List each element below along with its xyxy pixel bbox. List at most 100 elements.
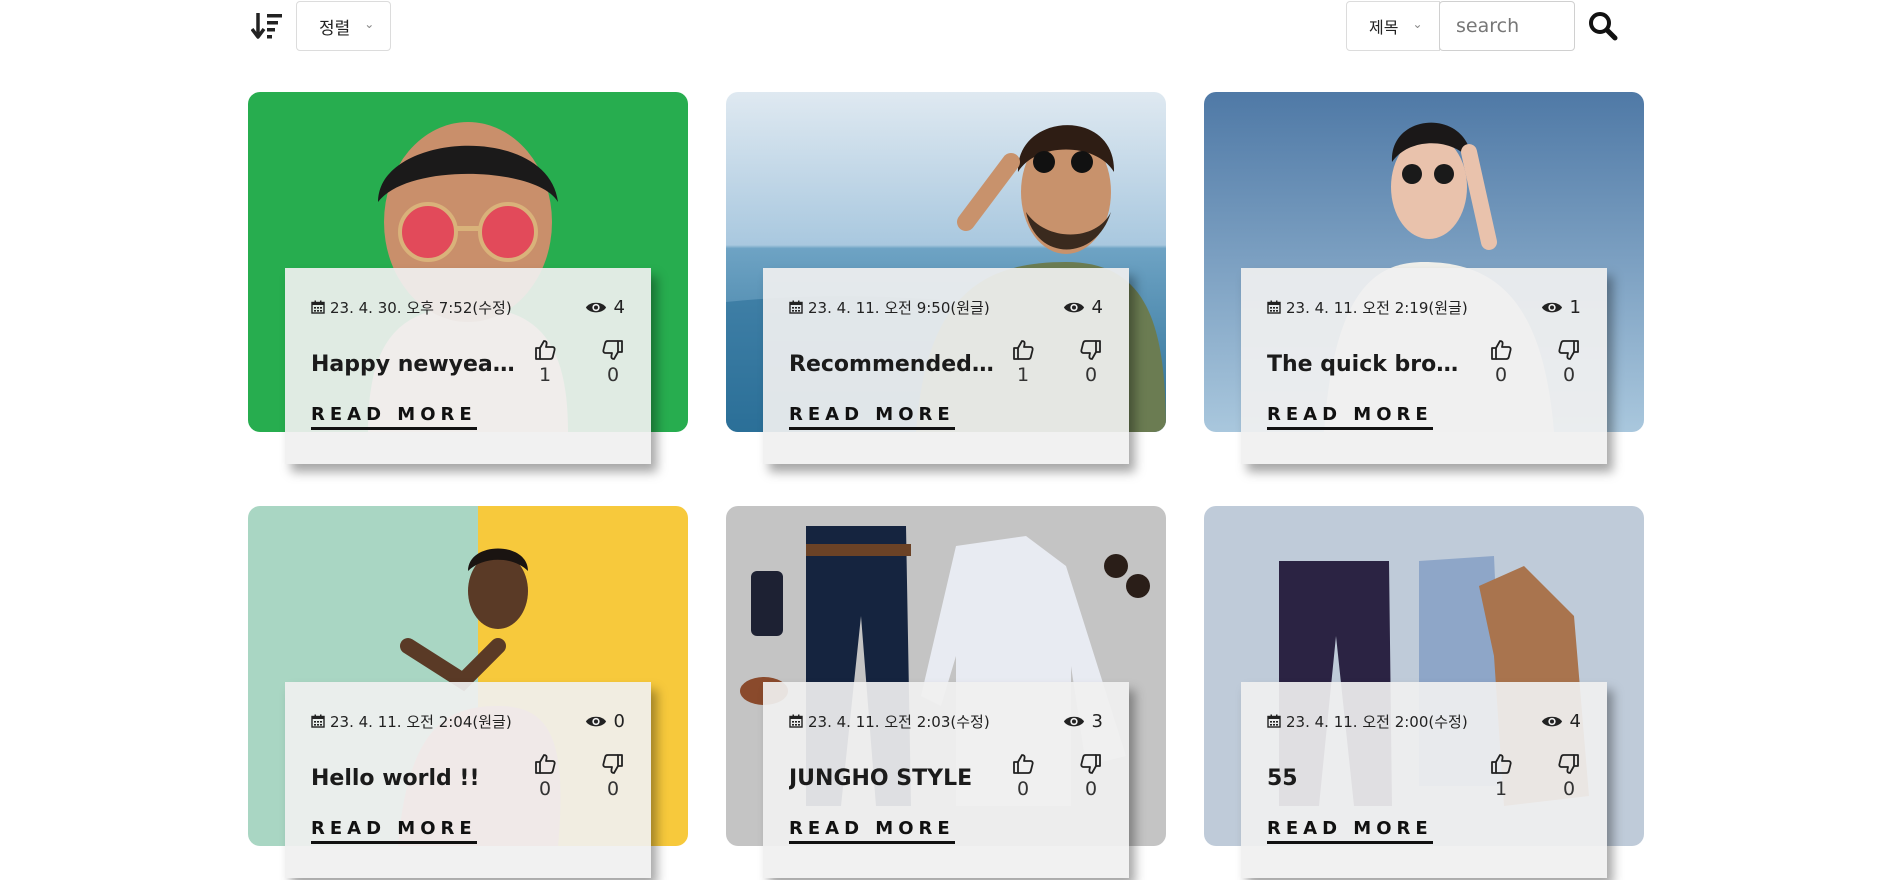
eye-icon <box>1541 300 1563 315</box>
view-count-text: 4 <box>613 296 625 318</box>
like-count: 0 <box>1494 364 1508 386</box>
post-date-text: 23. 4. 11. 오전 2:04(원글) <box>330 712 512 731</box>
view-count: 4 <box>1063 297 1103 318</box>
calendar-icon <box>1267 300 1281 314</box>
read-more-link[interactable]: READ MORE <box>311 404 477 430</box>
sort-descending-icon[interactable] <box>250 9 284 43</box>
post-card[interactable]: 23. 4. 11. 오전 2:19(원글) 1 The quick brown… <box>1204 92 1644 464</box>
eye-icon <box>585 300 607 315</box>
thumbs-down-icon <box>1557 338 1581 362</box>
search-button[interactable] <box>1575 1 1631 51</box>
post-info-panel: 23. 4. 11. 오전 9:50(원글) 4 Recommended Sty… <box>763 268 1129 464</box>
post-date: 23. 4. 30. 오후 7:52(수정) <box>311 297 512 318</box>
search-field-select[interactable]: 제목 ⌄ <box>1346 1 1440 51</box>
view-count-text: 4 <box>1091 296 1103 318</box>
like-count: 0 <box>1016 778 1030 800</box>
dislike-count: 0 <box>1084 364 1098 386</box>
sort-select[interactable]: 정렬 ⌄ <box>296 1 392 51</box>
calendar-icon <box>311 300 325 314</box>
dislike-button[interactable]: 0 <box>601 338 625 386</box>
view-count-text: 0 <box>613 710 625 732</box>
sort-select-value: 정렬 <box>319 18 351 39</box>
search-toolbar: 제목 ⌄ <box>1346 0 1631 52</box>
sort-toolbar: 정렬 ⌄ <box>250 0 392 52</box>
thumbs-down-icon <box>1079 752 1103 776</box>
post-info-panel: 23. 4. 30. 오후 7:52(수정) 4 Happy newyears … <box>285 268 651 464</box>
chevron-down-icon: ⌄ <box>364 17 375 31</box>
post-date-text: 23. 4. 11. 오전 2:19(원글) <box>1286 298 1468 317</box>
view-count-text: 1 <box>1569 296 1581 318</box>
post-date-text: 23. 4. 11. 오전 2:00(수정) <box>1286 712 1468 731</box>
thumbs-down-icon <box>601 752 625 776</box>
thumbs-up-icon <box>1489 338 1513 362</box>
search-input[interactable] <box>1439 1 1575 51</box>
post-card[interactable]: 23. 4. 30. 오후 7:52(수정) 4 Happy newyears … <box>248 92 688 464</box>
thumbs-up-icon <box>1489 752 1513 776</box>
dislike-button[interactable]: 0 <box>1557 752 1581 800</box>
dislike-count: 0 <box>1562 778 1576 800</box>
read-more-link[interactable]: READ MORE <box>1267 818 1433 844</box>
eye-icon <box>585 714 607 729</box>
like-button[interactable]: 1 <box>533 338 557 386</box>
post-title[interactable]: Happy newyears !!! <box>311 338 521 377</box>
like-button[interactable]: 1 <box>1489 752 1513 800</box>
dislike-button[interactable]: 0 <box>1557 338 1581 386</box>
eye-icon <box>1063 714 1085 729</box>
post-date-text: 23. 4. 11. 오전 9:50(원글) <box>808 298 990 317</box>
dislike-count: 0 <box>1084 778 1098 800</box>
like-button[interactable]: 0 <box>1489 338 1513 386</box>
view-count-text: 3 <box>1091 710 1103 732</box>
calendar-icon <box>311 714 325 728</box>
thumbs-up-icon <box>533 752 557 776</box>
thumbs-up-icon <box>533 338 557 362</box>
read-more-link[interactable]: READ MORE <box>789 404 955 430</box>
like-count: 1 <box>1494 778 1508 800</box>
view-count: 3 <box>1063 711 1103 732</box>
post-date: 23. 4. 11. 오전 2:03(수정) <box>789 711 990 732</box>
post-date: 23. 4. 11. 오전 2:00(수정) <box>1267 711 1468 732</box>
post-title[interactable]: Hello world !! <box>311 752 521 791</box>
like-button[interactable]: 1 <box>1011 338 1035 386</box>
dislike-button[interactable]: 0 <box>1079 752 1103 800</box>
read-more-link[interactable]: READ MORE <box>1267 404 1433 430</box>
calendar-icon <box>789 714 803 728</box>
dislike-count: 0 <box>606 364 620 386</box>
chevron-down-icon: ⌄ <box>1412 17 1423 31</box>
eye-icon <box>1541 714 1563 729</box>
post-date: 23. 4. 11. 오전 9:50(원글) <box>789 297 990 318</box>
post-info-panel: 23. 4. 11. 오전 2:00(수정) 4 55 1 0 READ MOR… <box>1241 682 1607 878</box>
like-button[interactable]: 0 <box>1011 752 1035 800</box>
post-date-text: 23. 4. 11. 오전 2:03(수정) <box>808 712 990 731</box>
post-card[interactable]: 23. 4. 11. 오전 2:04(원글) 0 Hello world !! … <box>248 506 688 878</box>
post-card[interactable]: 23. 4. 11. 오전 9:50(원글) 4 Recommended Sty… <box>726 92 1166 464</box>
search-icon <box>1589 12 1618 41</box>
search-field-value: 제목 <box>1369 18 1399 37</box>
like-button[interactable]: 0 <box>533 752 557 800</box>
post-date: 23. 4. 11. 오전 2:19(원글) <box>1267 297 1468 318</box>
view-count-text: 4 <box>1569 710 1581 732</box>
post-card[interactable]: 23. 4. 11. 오전 2:03(수정) 3 JUNGHO STYLE 0 <box>726 506 1166 878</box>
thumbs-up-icon <box>1011 752 1035 776</box>
dislike-count: 0 <box>606 778 620 800</box>
post-title[interactable]: Recommended Sty... <box>789 338 999 377</box>
thumbs-down-icon <box>1079 338 1103 362</box>
eye-icon <box>1063 300 1085 315</box>
post-info-panel: 23. 4. 11. 오전 2:19(원글) 1 The quick brown… <box>1241 268 1607 464</box>
post-title[interactable]: 55 <box>1267 752 1477 791</box>
dislike-button[interactable]: 0 <box>601 752 625 800</box>
post-title[interactable]: JUNGHO STYLE <box>789 752 999 791</box>
like-count: 1 <box>1016 364 1030 386</box>
post-card[interactable]: 23. 4. 11. 오전 2:00(수정) 4 55 1 0 READ MOR… <box>1204 506 1644 878</box>
dislike-button[interactable]: 0 <box>1079 338 1103 386</box>
post-info-panel: 23. 4. 11. 오전 2:03(수정) 3 JUNGHO STYLE 0 <box>763 682 1129 878</box>
post-date: 23. 4. 11. 오전 2:04(원글) <box>311 711 512 732</box>
post-title[interactable]: The quick brown... <box>1267 338 1477 377</box>
view-count: 4 <box>585 297 625 318</box>
thumbs-down-icon <box>1557 752 1581 776</box>
read-more-link[interactable]: READ MORE <box>789 818 955 844</box>
calendar-icon <box>1267 714 1281 728</box>
read-more-link[interactable]: READ MORE <box>311 818 477 844</box>
calendar-icon <box>789 300 803 314</box>
view-count: 1 <box>1541 297 1581 318</box>
thumbs-up-icon <box>1011 338 1035 362</box>
